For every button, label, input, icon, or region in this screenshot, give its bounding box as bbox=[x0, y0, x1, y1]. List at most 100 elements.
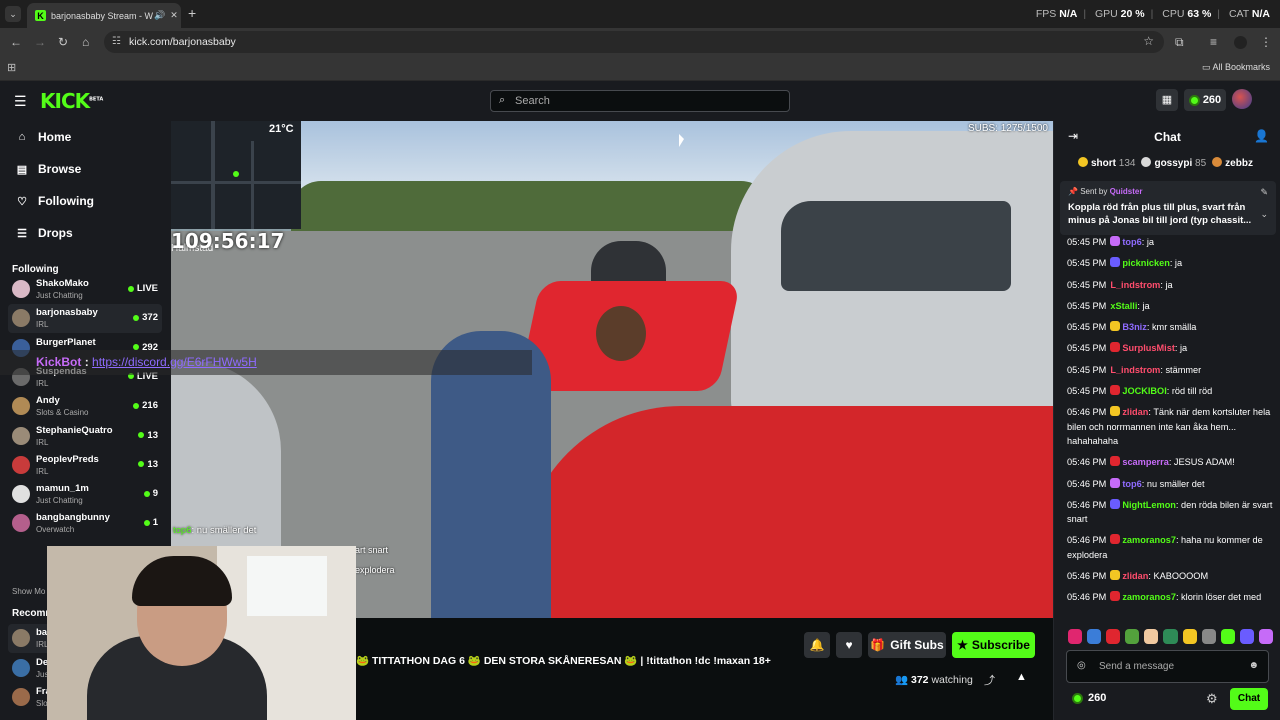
tab-close-icon[interactable]: ✕ bbox=[167, 10, 181, 21]
chat-panel: ⇥ Chat 👤 short 134 gossypi 85 zebbz 📌 Sent… bbox=[1053, 121, 1280, 720]
message-username[interactable]: top6 bbox=[1122, 237, 1141, 247]
kick-points-button[interactable]: 260 bbox=[1184, 89, 1226, 111]
nav-browse[interactable]: ▤ Browse bbox=[16, 162, 82, 176]
message-username[interactable]: zlidan bbox=[1122, 407, 1148, 417]
profile-avatar[interactable] bbox=[1234, 36, 1247, 49]
new-tab-icon[interactable]: + bbox=[188, 5, 196, 21]
nav-following[interactable]: ♡ Following bbox=[16, 194, 94, 208]
emoji-icon[interactable]: ☻ bbox=[1248, 660, 1259, 671]
following-item-mamun_1m[interactable]: mamun_1m Just Chatting 9 bbox=[8, 480, 162, 509]
emote-icon[interactable] bbox=[1182, 629, 1197, 644]
following-item-barjonasbaby[interactable]: barjonasbaby IRL 372 bbox=[8, 304, 162, 334]
channel-category: IRL bbox=[36, 378, 49, 388]
stream-layout-button[interactable]: ▦ bbox=[1156, 89, 1178, 111]
chat-users-icon[interactable]: 👤 bbox=[1254, 129, 1269, 143]
chat-identity-icon[interactable]: ◎ bbox=[1077, 660, 1086, 671]
bell-icon: 🔔 bbox=[809, 638, 825, 652]
overlay-chat-line: top6: nu smäller det bbox=[173, 525, 256, 536]
apps-grid-icon[interactable]: ⊞ bbox=[7, 61, 16, 74]
message-username[interactable]: xStalli bbox=[1110, 301, 1137, 311]
pinned-message[interactable]: 📌 Sent by Quidster Koppla röd från plus … bbox=[1060, 181, 1276, 235]
share-icon[interactable]: ⤴ bbox=[984, 672, 995, 688]
unpin-icon[interactable]: ✎ bbox=[1260, 187, 1268, 198]
leaderboard-entry[interactable]: short 134 bbox=[1078, 157, 1141, 169]
nav-drops[interactable]: ☰ Drops bbox=[16, 226, 73, 240]
bookmarks-bar: ⊞ ▭ All Bookmarks bbox=[0, 56, 1280, 81]
emote-icon[interactable] bbox=[1125, 629, 1140, 644]
following-item-shakomako[interactable]: ShakoMako Just Chatting LIVE bbox=[8, 275, 162, 304]
bookmark-star-icon[interactable]: ☆ bbox=[1143, 34, 1154, 48]
message-username[interactable]: L_indstrom bbox=[1110, 280, 1160, 290]
report-icon[interactable]: ▲ bbox=[1016, 671, 1027, 683]
leaderboard-entry[interactable]: gossypi 85 bbox=[1141, 157, 1212, 169]
chat-points[interactable]: 260 bbox=[1072, 692, 1106, 704]
forward-icon[interactable]: → bbox=[34, 35, 46, 49]
kickbot-discord-link[interactable]: https://discord.gg/E6rFHWw5H bbox=[92, 355, 257, 369]
message-username[interactable]: zamoranos7 bbox=[1122, 592, 1176, 602]
show-more-link[interactable]: Show Mo bbox=[12, 587, 45, 596]
emote-icon[interactable] bbox=[1068, 629, 1083, 644]
message-username[interactable]: NightLemon bbox=[1122, 500, 1176, 510]
tab-search-icon[interactable]: ⌄ bbox=[5, 6, 21, 22]
gift-subs-button[interactable]: 🎁 Gift Subs bbox=[868, 632, 946, 658]
following-item-stephaniequatro[interactable]: StephanieQuatro IRL 13 bbox=[8, 422, 162, 451]
notifications-button[interactable]: 🔔 bbox=[804, 632, 830, 658]
media-icon[interactable]: ≡ bbox=[1210, 35, 1217, 49]
emote-icon[interactable] bbox=[1220, 629, 1235, 644]
emote-icon[interactable] bbox=[1201, 629, 1216, 644]
message-username[interactable]: L_indstrom bbox=[1110, 365, 1160, 375]
all-bookmarks-button[interactable]: ▭ All Bookmarks bbox=[1202, 62, 1270, 73]
chat-message: 05:46 PM zamoranos7: klorin löser det med bbox=[1067, 590, 1277, 604]
message-username[interactable]: SurplusMist bbox=[1122, 343, 1175, 353]
chat-message: 05:45 PM SurplusMist: ja bbox=[1067, 341, 1277, 355]
message-text: : ja bbox=[1169, 258, 1183, 269]
message-timestamp: 05:46 PM bbox=[1067, 535, 1107, 546]
search-input[interactable]: ⌕ Search bbox=[490, 90, 790, 112]
message-username[interactable]: B3niz bbox=[1122, 322, 1147, 332]
chevron-down-icon[interactable]: ⌄ bbox=[1260, 209, 1268, 220]
emote-icon[interactable] bbox=[1144, 629, 1159, 644]
chat-message-input[interactable]: ◎ Send a message ☻ bbox=[1066, 650, 1269, 683]
browser-tab[interactable]: K barjonasbaby Stream - Wat 🔊 ✕ bbox=[27, 3, 181, 28]
message-username[interactable]: top6 bbox=[1122, 479, 1141, 489]
extensions-icon[interactable]: ⧉ bbox=[1175, 35, 1184, 50]
message-username[interactable]: picknicken bbox=[1122, 258, 1170, 268]
avatar bbox=[12, 309, 30, 328]
message-username[interactable]: scamperra bbox=[1122, 457, 1168, 467]
live-dot-icon bbox=[133, 402, 140, 409]
subscribe-button[interactable]: ★ Subscribe bbox=[952, 632, 1035, 658]
back-icon[interactable]: ← bbox=[10, 35, 22, 49]
message-username[interactable]: zamoranos7 bbox=[1122, 535, 1176, 545]
address-bar[interactable]: ☷ kick.com/barjonasbaby ☆ bbox=[104, 31, 1164, 53]
message-timestamp: 05:45 PM bbox=[1067, 258, 1107, 269]
emote-icon[interactable] bbox=[1163, 629, 1178, 644]
badge-icon bbox=[1110, 257, 1121, 268]
following-item-andy[interactable]: Andy Slots & Casino 216 bbox=[8, 392, 162, 421]
message-username[interactable]: JOCKIBOI bbox=[1122, 386, 1166, 396]
emote-icon[interactable] bbox=[1106, 629, 1121, 644]
send-chat-button[interactable]: Chat bbox=[1230, 688, 1268, 710]
channel-name: ShakoMako bbox=[36, 278, 89, 289]
message-text: : KABOOOOM bbox=[1148, 571, 1209, 582]
menu-hamburger-icon[interactable]: ☰ bbox=[14, 93, 27, 110]
kickbot-separator: : bbox=[84, 355, 89, 369]
follow-button[interactable]: ♥ bbox=[836, 632, 862, 658]
emote-icon[interactable] bbox=[1258, 629, 1274, 644]
tab-title: barjonasbaby Stream - Wat bbox=[51, 10, 153, 21]
emote-icon[interactable] bbox=[1239, 629, 1254, 644]
site-info-icon[interactable]: ☷ bbox=[112, 36, 121, 47]
home-icon[interactable]: ⌂ bbox=[82, 35, 89, 49]
nav-home[interactable]: ⌂ Home bbox=[16, 130, 72, 144]
tab-mute-icon[interactable]: 🔊 bbox=[153, 10, 167, 21]
emote-icon[interactable] bbox=[1087, 629, 1102, 644]
kick-logo[interactable]: KICKBETA bbox=[40, 89, 103, 113]
following-item-bangbangbunny[interactable]: bangbangbunny Overwatch 1 bbox=[8, 509, 162, 538]
following-item-peoplevpreds[interactable]: PeoplevPreds IRL 13 bbox=[8, 451, 162, 480]
video-red-car bbox=[521, 406, 1053, 618]
message-username[interactable]: zlidan bbox=[1122, 571, 1148, 581]
browser-menu-icon[interactable]: ⋮ bbox=[1260, 35, 1272, 49]
reload-icon[interactable]: ↻ bbox=[58, 35, 68, 49]
user-avatar[interactable] bbox=[1232, 89, 1252, 109]
gear-icon[interactable]: ⚙ bbox=[1206, 691, 1218, 707]
leaderboard-entry[interactable]: zebbz bbox=[1212, 157, 1259, 169]
